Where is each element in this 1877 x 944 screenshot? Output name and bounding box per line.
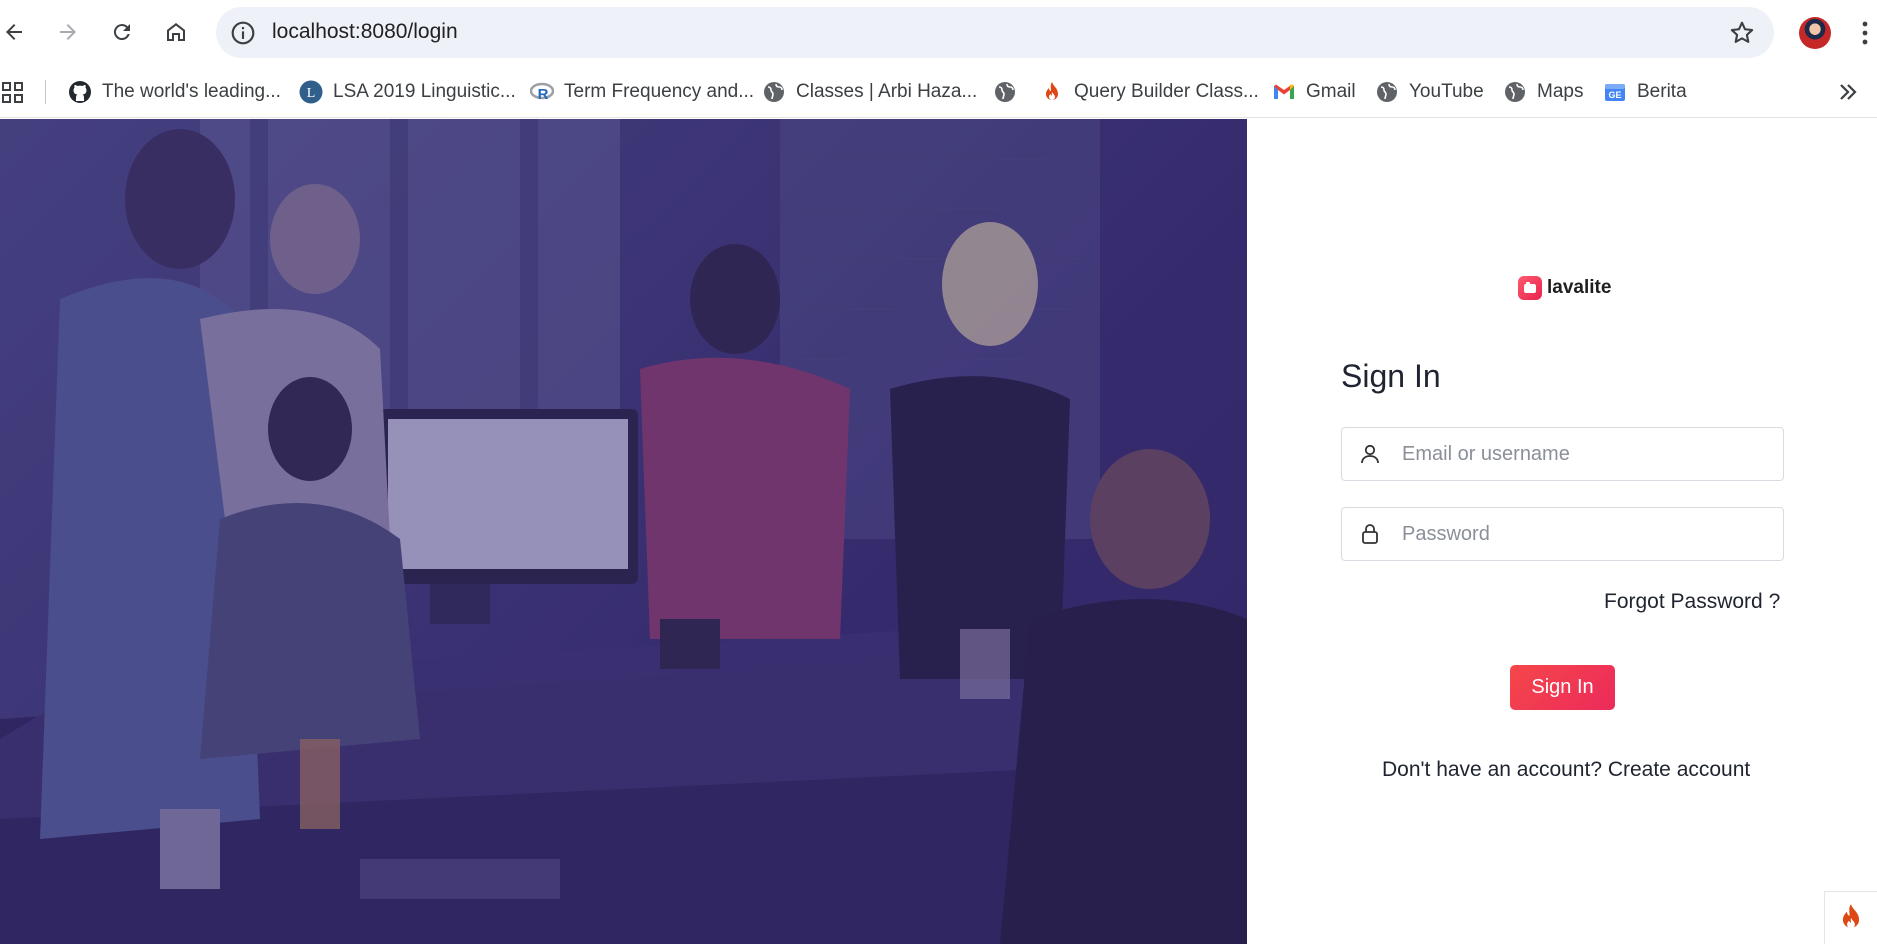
address-bar[interactable]: localhost:8080/login (216, 7, 1774, 58)
back-button[interactable] (0, 12, 34, 52)
svg-text:L: L (307, 86, 316, 101)
bookmark-label: Maps (1537, 81, 1584, 102)
news-icon: GE (1603, 80, 1627, 104)
bookmark-item[interactable]: Classes | Arbi Haza... (762, 76, 977, 108)
bookmark-star-icon[interactable] (1728, 19, 1756, 47)
bookmark-item[interactable]: GE Berita (1603, 76, 1687, 108)
hero-image (0, 119, 1247, 944)
debug-toolbar-toggle[interactable] (1824, 891, 1877, 944)
apps-grid-icon[interactable] (2, 82, 24, 104)
flame-icon (1842, 904, 1860, 929)
gmail-icon (1272, 80, 1296, 104)
bookmark-item[interactable]: The world's leading... (68, 76, 281, 108)
bookmark-item[interactable]: Gmail (1272, 76, 1356, 108)
arrow-left-icon (6, 24, 22, 40)
home-button[interactable] (156, 12, 196, 52)
globe-icon (993, 80, 1017, 104)
bookmark-label: LSA 2019 Linguistic... (333, 81, 516, 102)
lsa-icon: L (299, 80, 323, 104)
lavalite-logo-icon (1518, 276, 1542, 300)
brand-logo[interactable]: lavalite (1518, 276, 1611, 300)
user-icon (1361, 444, 1379, 464)
bookmark-item[interactable] (993, 76, 1027, 108)
home-icon (167, 23, 185, 41)
bookmark-item[interactable]: Maps (1503, 76, 1583, 108)
email-input[interactable] (1402, 428, 1772, 480)
bookmark-label: YouTube (1409, 81, 1484, 102)
globe-icon (1375, 80, 1399, 104)
reload-icon (113, 24, 130, 41)
url-text[interactable]: localhost:8080/login (272, 20, 458, 44)
browser-toolbar: localhost:8080/login (0, 0, 1877, 66)
flame-icon (1040, 80, 1064, 104)
bookmark-label: Classes | Arbi Haza... (796, 81, 978, 102)
email-field[interactable] (1341, 427, 1784, 481)
profile-avatar[interactable] (1799, 17, 1831, 49)
site-info-icon[interactable] (230, 20, 256, 46)
svg-text:GE: GE (1608, 90, 1621, 100)
brand-name: lavalite (1547, 277, 1612, 298)
bookmark-item[interactable]: R Term Frequency and... (530, 76, 754, 108)
bookmark-label: Berita (1637, 81, 1687, 102)
bookmarks-bar: The world's leading... L LSA 2019 Lingui… (0, 66, 1877, 118)
password-field[interactable] (1341, 507, 1784, 561)
lock-icon (1362, 524, 1378, 544)
bookmark-item[interactable]: YouTube (1375, 76, 1484, 108)
create-account-link[interactable]: Don't have an account? Create account (1382, 758, 1750, 782)
bookmark-label: Term Frequency and... (564, 81, 755, 102)
svg-text:R: R (538, 86, 549, 103)
forgot-password-link[interactable]: Forgot Password ? (1604, 590, 1780, 614)
r-icon: R (530, 80, 554, 104)
forward-button[interactable] (48, 12, 88, 52)
double-chevron-right-icon[interactable] (1836, 80, 1860, 104)
arrow-right-icon (60, 24, 76, 40)
github-icon (68, 80, 92, 104)
bookmark-item[interactable]: L LSA 2019 Linguistic... (299, 76, 516, 108)
bookmark-label: Gmail (1306, 81, 1356, 102)
sign-in-button[interactable]: Sign In (1510, 665, 1615, 710)
bookmarks-divider (45, 80, 46, 104)
globe-icon (762, 80, 786, 104)
page-title: Sign In (1341, 358, 1441, 394)
more-menu-icon[interactable] (1862, 20, 1868, 46)
password-input[interactable] (1402, 508, 1772, 560)
globe-icon (1503, 80, 1527, 104)
bookmark-item[interactable]: Query Builder Class... (1040, 76, 1259, 108)
reload-button[interactable] (102, 12, 142, 52)
bookmark-label: Query Builder Class... (1074, 81, 1259, 102)
bookmark-label: The world's leading... (102, 81, 281, 102)
